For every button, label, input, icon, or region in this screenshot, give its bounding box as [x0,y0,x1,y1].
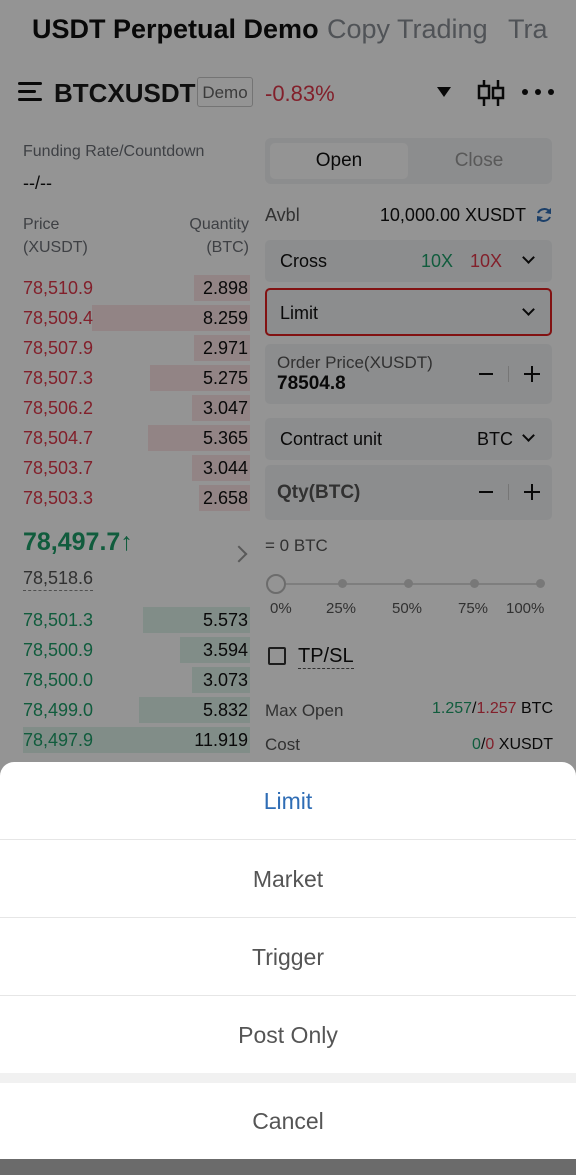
order-type-sheet: Limit Market Trigger Post Only Cancel [0,762,576,1159]
option-limit[interactable]: Limit [0,762,576,840]
option-market[interactable]: Market [0,840,576,918]
sheet-separator [0,1073,576,1083]
option-post-only[interactable]: Post Only [0,996,576,1074]
bottom-strip [0,1159,576,1175]
cancel-button[interactable]: Cancel [0,1083,576,1159]
option-trigger[interactable]: Trigger [0,918,576,996]
